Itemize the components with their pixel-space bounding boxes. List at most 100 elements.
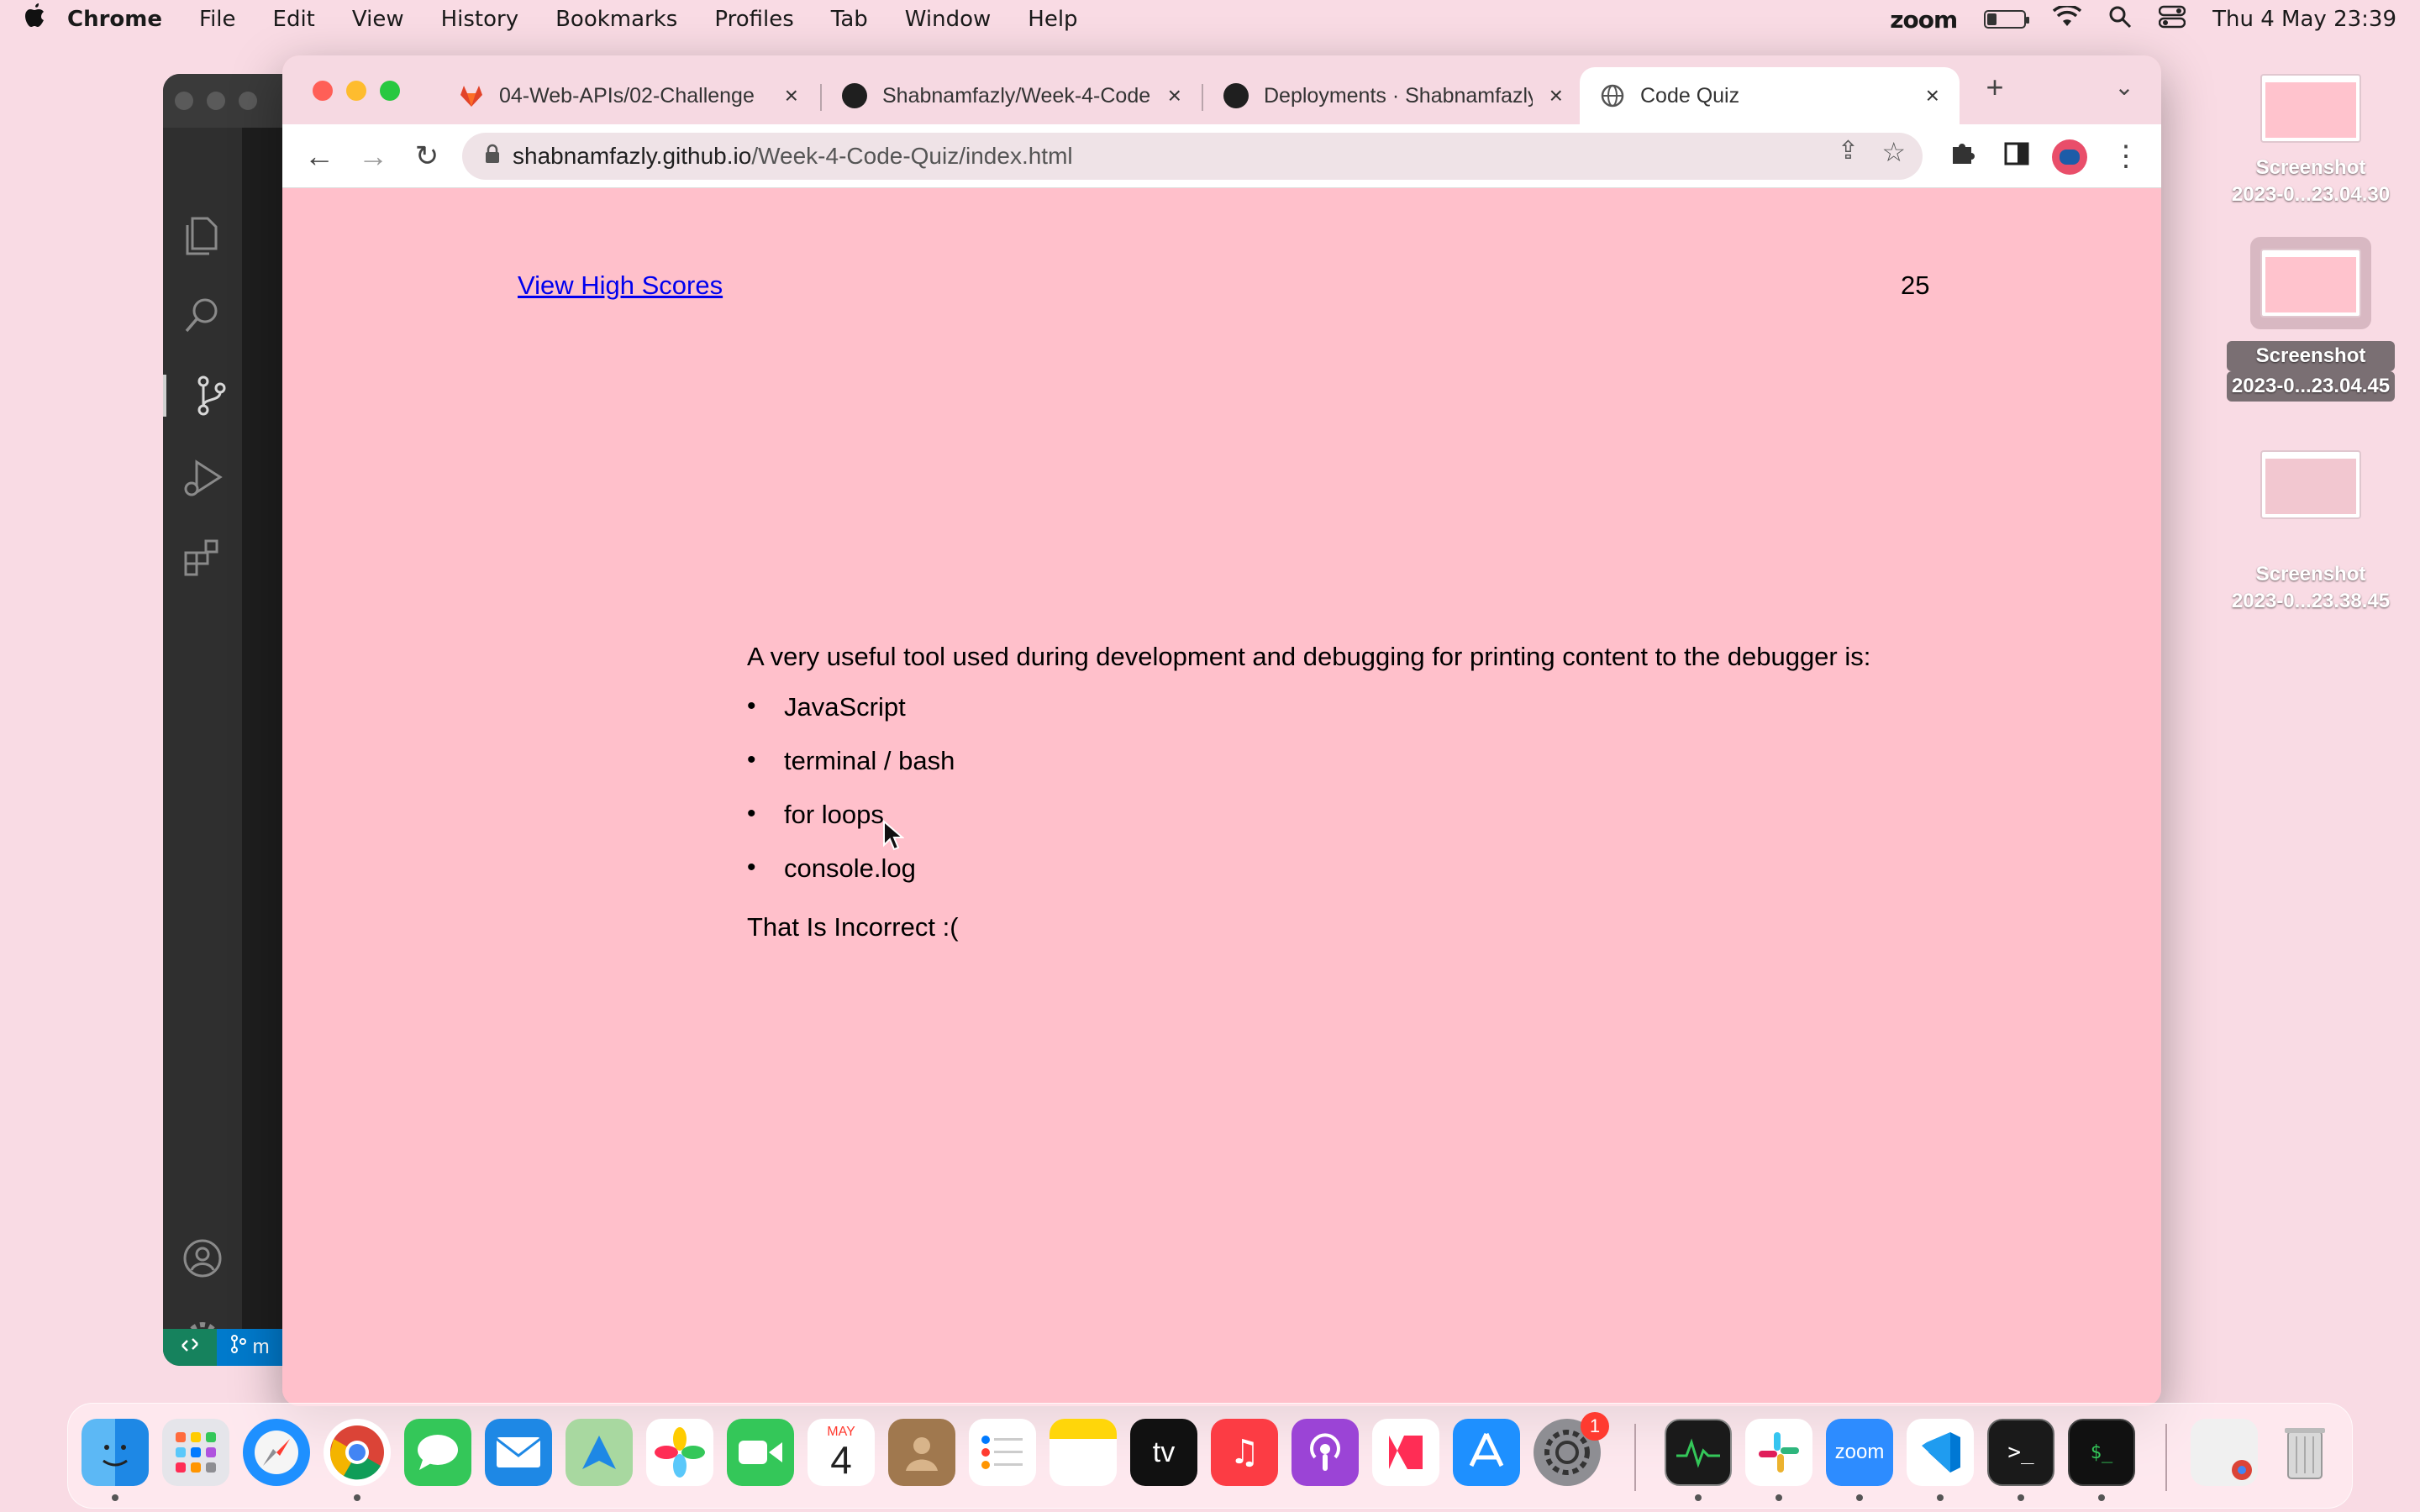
answer-choice-console-log[interactable]: • console.log — [747, 853, 955, 907]
menu-profiles[interactable]: Profiles — [714, 7, 793, 32]
tab-gitlab-challenge[interactable]: 04-Web-APIs/02-Challenge × — [439, 67, 818, 124]
tab-github-deployments[interactable]: Deployments · Shabnamfazly × — [1203, 67, 1583, 124]
chrome-window: 04-Web-APIs/02-Challenge × Shabnamfazly/… — [282, 55, 2161, 1406]
answer-choice-javascript[interactable]: • JavaScript — [747, 692, 955, 746]
search-icon[interactable] — [182, 296, 224, 338]
accounts-icon[interactable] — [182, 1238, 224, 1280]
minimize-window-button[interactable] — [346, 81, 366, 101]
profile-avatar[interactable] — [2052, 139, 2087, 175]
vscode-activity-bar: 1 — [163, 128, 242, 1366]
vscode-zoom-button[interactable] — [239, 92, 257, 110]
finder-icon[interactable] — [82, 1419, 149, 1486]
tab-github-week4[interactable]: Shabnamfazly/Week-4-Code × — [822, 67, 1202, 124]
bookmark-star-icon[interactable]: ☆ — [1881, 136, 1906, 168]
menu-history[interactable]: History — [441, 7, 519, 32]
menu-bookmarks[interactable]: Bookmarks — [555, 7, 677, 32]
photos-icon[interactable] — [646, 1419, 713, 1486]
mail-icon[interactable] — [485, 1419, 552, 1486]
terminal-icon[interactable]: >_ — [1987, 1419, 2054, 1486]
forward-arrow-icon[interactable]: → — [353, 136, 393, 176]
menu-view[interactable]: View — [352, 7, 404, 32]
file-name: Screenshot 2023-0...23.04.45 — [2227, 341, 2395, 402]
messages-icon[interactable] — [404, 1419, 471, 1486]
close-window-button[interactable] — [313, 81, 333, 101]
lock-icon[interactable] — [484, 144, 513, 170]
apple-tv-icon[interactable]: tv — [1130, 1419, 1197, 1486]
github-icon — [842, 83, 867, 108]
notes-icon[interactable] — [1050, 1419, 1117, 1486]
run-debug-icon[interactable] — [182, 457, 224, 499]
tab-close-icon[interactable]: × — [1168, 82, 1181, 109]
battery-icon[interactable] — [1984, 10, 2030, 29]
menu-bar: Chrome File Edit View History Bookmarks … — [0, 0, 2420, 39]
address-bar[interactable]: shabnamfazly.github.io/Week-4-Code-Quiz/… — [462, 133, 1923, 180]
tab-close-icon[interactable]: × — [1549, 82, 1563, 109]
app-store-icon[interactable] — [1453, 1419, 1520, 1486]
vscode-close-button[interactable] — [175, 92, 193, 110]
settings-notification-badge: 1 — [1581, 1412, 1609, 1441]
zoom-app-icon[interactable]: zoom — [1826, 1419, 1893, 1486]
answer-feedback: That Is Incorrect :( — [747, 912, 959, 942]
share-icon[interactable]: ⇪ — [1838, 136, 1859, 165]
desktop-screenshot-file[interactable]: Screenshot 2023-0...23.38.45 — [2227, 450, 2395, 615]
remote-indicator-icon[interactable] — [163, 1334, 217, 1361]
launchpad-icon[interactable] — [162, 1419, 229, 1486]
desktop-screenshot-file[interactable]: Screenshot 2023-0...23.04.30 — [2227, 74, 2395, 208]
wifi-icon[interactable] — [2052, 3, 2082, 34]
news-icon[interactable] — [1372, 1419, 1439, 1486]
control-center-icon[interactable] — [2158, 5, 2186, 34]
zoom-window-button[interactable] — [380, 81, 400, 101]
screenshot-thumbnail — [2260, 450, 2361, 519]
podcasts-icon[interactable] — [1292, 1419, 1359, 1486]
menu-help[interactable]: Help — [1028, 7, 1077, 32]
menu-app-chrome[interactable]: Chrome — [67, 7, 162, 32]
zoom-status-icon[interactable]: zoom — [1890, 6, 1958, 34]
music-icon[interactable]: ♫ — [1211, 1419, 1278, 1486]
calendar-icon[interactable]: MAY 4 — [808, 1419, 875, 1486]
menu-window[interactable]: Window — [905, 7, 992, 32]
tab-close-icon[interactable]: × — [785, 82, 798, 109]
apple-menu-icon[interactable] — [24, 3, 67, 35]
explorer-icon[interactable] — [182, 215, 224, 257]
menu-file[interactable]: File — [199, 7, 236, 32]
tab-search-chevron-down-icon[interactable]: ⌄ — [2104, 67, 2144, 108]
safari-icon[interactable] — [243, 1419, 310, 1486]
extensions-icon[interactable] — [182, 538, 224, 580]
answer-choice-terminal-bash[interactable]: • terminal / bash — [747, 746, 955, 800]
screenshot-thumbnail — [2260, 249, 2361, 318]
gitlab-icon — [459, 83, 484, 108]
reload-icon[interactable]: ↻ — [407, 136, 447, 176]
desktop-screenshot-file-selected[interactable]: Screenshot 2023-0...23.04.45 — [2227, 237, 2395, 402]
choice-label: terminal / bash — [784, 746, 955, 775]
back-arrow-icon[interactable]: ← — [299, 136, 339, 176]
tab-code-quiz[interactable]: Code Quiz × — [1580, 67, 1960, 124]
menu-tab[interactable]: Tab — [831, 7, 868, 32]
contacts-icon[interactable] — [888, 1419, 955, 1486]
tab-close-icon[interactable]: × — [1926, 82, 1939, 109]
clock[interactable]: Thu 4 May 23:39 — [2212, 7, 2396, 32]
reminders-icon[interactable] — [969, 1419, 1036, 1486]
trash-icon[interactable] — [2271, 1419, 2338, 1486]
activity-monitor-icon[interactable] — [1665, 1419, 1732, 1486]
vscode-app-icon[interactable] — [1907, 1419, 1974, 1486]
extensions-puzzle-icon[interactable] — [1943, 136, 1983, 176]
slack-icon[interactable] — [1745, 1419, 1812, 1486]
dock-separator — [1634, 1424, 1636, 1491]
new-tab-plus-icon[interactable]: + — [1975, 67, 2015, 108]
facetime-icon[interactable] — [727, 1419, 794, 1486]
source-control-icon[interactable] — [163, 375, 242, 417]
menu-edit[interactable]: Edit — [273, 7, 315, 32]
bullet: • — [747, 692, 756, 720]
chrome-menu-kebab-icon[interactable]: ⋮ — [2106, 136, 2146, 176]
downloads-stack-icon[interactable] — [2191, 1419, 2258, 1486]
calendar-day: 4 — [830, 1438, 852, 1482]
answer-choice-for-loops[interactable]: • for loops — [747, 800, 955, 853]
spotlight-search-icon[interactable] — [2108, 5, 2132, 34]
view-high-scores-link[interactable]: View High Scores — [518, 270, 723, 301]
running-indicator — [1937, 1494, 1944, 1501]
maps-icon[interactable] — [566, 1419, 633, 1486]
side-panel-icon[interactable] — [1996, 136, 2037, 176]
vscode-minimize-button[interactable] — [207, 92, 225, 110]
iterm-icon[interactable]: $_ — [2068, 1419, 2135, 1486]
chrome-icon[interactable] — [324, 1419, 391, 1486]
